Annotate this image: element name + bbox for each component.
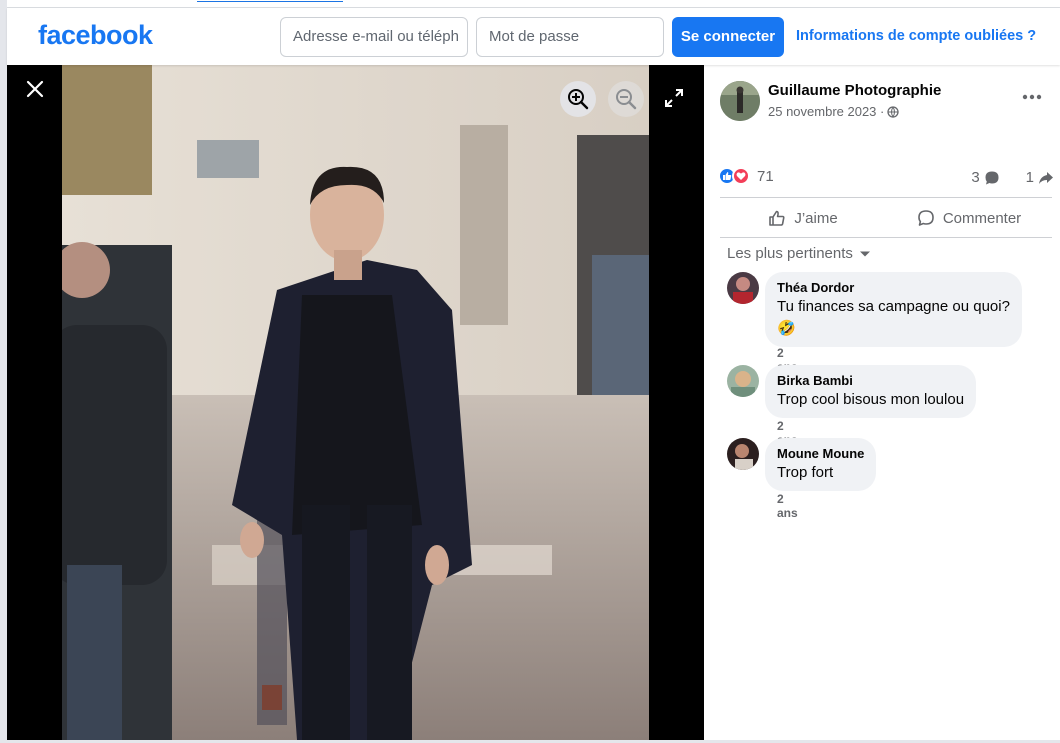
comment-button[interactable]: Commenter	[886, 199, 1052, 237]
password-input[interactable]: Mot de passe	[476, 17, 664, 57]
close-icon	[26, 80, 44, 98]
zoom-out-button[interactable]	[608, 81, 644, 117]
comment-text: Trop cool bisous mon loulou	[777, 391, 965, 408]
more-options-button[interactable]	[1019, 87, 1045, 107]
comment-text: Tu finances sa campagne ou quoi?	[777, 298, 1010, 315]
page: facebook Adresse e-mail ou téléph Mot de…	[0, 0, 1060, 743]
engagement-counts: 3 1	[971, 169, 1054, 186]
login-button[interactable]: Se connecter	[672, 17, 784, 57]
page-avatar[interactable]	[720, 81, 760, 121]
comment-count[interactable]: 3	[971, 169, 979, 186]
comment-author[interactable]: Théa Dordor	[777, 280, 1010, 295]
page-avatar-image	[720, 81, 760, 121]
email-input[interactable]: Adresse e-mail ou téléph	[280, 17, 468, 57]
close-viewer-button[interactable]	[21, 75, 49, 103]
post-sidebar: Guillaume Photographie 25 novembre 2023 …	[704, 65, 1060, 740]
top-link-fragment	[197, 0, 343, 2]
expand-icon	[665, 89, 683, 107]
zoom-in-icon	[568, 89, 589, 110]
love-reaction-icon	[732, 167, 750, 185]
header: facebook Adresse e-mail ou téléph Mot de…	[7, 8, 1060, 65]
post-photo[interactable]	[62, 65, 649, 740]
reaction-count: 71	[757, 167, 774, 185]
comment-author[interactable]: Birka Bambi	[777, 373, 964, 388]
fullscreen-button[interactable]	[663, 87, 685, 109]
like-label: J’aime	[794, 209, 838, 227]
comment-sort-dropdown[interactable]: Les plus pertinents	[727, 245, 871, 262]
thumbs-up-icon	[769, 210, 785, 226]
commenter-avatar[interactable]	[727, 438, 759, 470]
photo-viewer	[7, 65, 704, 740]
commenter-avatar[interactable]	[727, 365, 759, 397]
post-date[interactable]: 25 novembre 2023 ·	[768, 104, 884, 119]
globe-icon	[887, 105, 900, 118]
browser-top-strip	[7, 0, 1060, 8]
comment-emoji: 🤣	[777, 320, 796, 337]
post-author[interactable]: Guillaume Photographie	[768, 82, 941, 99]
sort-label: Les plus pertinents	[727, 245, 853, 262]
zoom-in-button[interactable]	[560, 81, 596, 117]
share-count[interactable]: 1	[1026, 169, 1034, 186]
comment-bubble: Théa Dordor Tu finances sa campagne ou q…	[765, 272, 1022, 347]
share-arrow-icon	[1039, 171, 1053, 184]
more-dots-icon	[1022, 94, 1042, 100]
forgot-account-link[interactable]: Informations de compte oubliées ?	[796, 28, 1036, 44]
comment-author[interactable]: Moune Moune	[777, 446, 864, 461]
facebook-logo[interactable]: facebook	[38, 20, 153, 51]
comment-bubble: Birka Bambi Trop cool bisous mon loulou	[765, 365, 977, 418]
post-date-line: 25 novembre 2023 ·	[768, 104, 900, 119]
comment-bubble: Moune Moune Trop fort	[765, 438, 877, 491]
comment-icon	[918, 210, 934, 226]
reaction-summary[interactable]: 71	[718, 167, 774, 185]
comment-bubble-icon	[985, 171, 999, 184]
divider-bottom	[720, 237, 1052, 238]
photo-illustration	[62, 65, 649, 740]
divider-top	[720, 197, 1052, 198]
zoom-out-icon	[616, 89, 637, 110]
comment-time[interactable]: 2 ans	[777, 492, 798, 520]
comment-label: Commenter	[942, 209, 1022, 227]
post-actions: J’aime Commenter	[720, 199, 1052, 237]
chevron-down-icon	[859, 251, 870, 256]
commenter-avatar[interactable]	[727, 272, 759, 304]
comment-text: Trop fort	[777, 464, 834, 481]
like-button[interactable]: J’aime	[720, 199, 886, 237]
